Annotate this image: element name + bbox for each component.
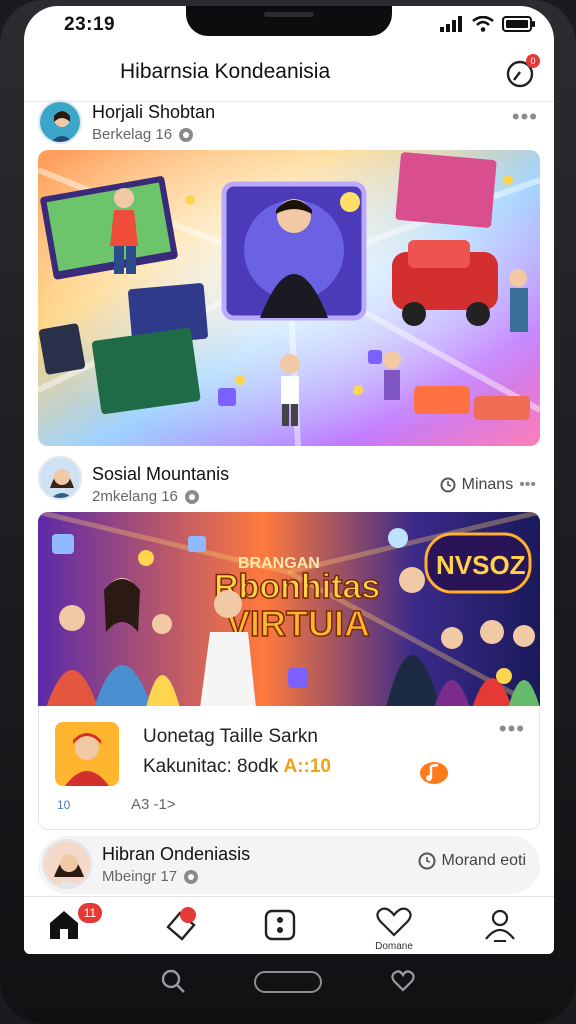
notification-badge: 0 (526, 54, 540, 68)
post-author[interactable]: Sosial Mountanis (92, 464, 229, 485)
globe-icon (179, 127, 194, 142)
post-action-label: Morand eoti (441, 852, 527, 869)
banner-neon-sign: NVSOZ (436, 550, 526, 580)
tab-tags[interactable] (160, 905, 220, 953)
heart-icon[interactable] (390, 968, 416, 994)
status-time: 23:19 (64, 14, 116, 35)
video-card[interactable]: Uonetag Taille Sarkn Kakunitac: 8odk A::… (38, 706, 540, 830)
home-badge: 11 (78, 903, 102, 923)
post-image[interactable]: Rbonhitas VIRTUIA BRANGAN NVSOZ (38, 512, 540, 708)
profile-icon (485, 909, 515, 942)
signal-icon (440, 16, 462, 32)
app-header: Hibarnsia Kondeanisia 0 (24, 46, 554, 102)
wifi-icon (472, 16, 494, 32)
video-title[interactable]: Uonetag Taille Sarkn (143, 726, 318, 748)
tag-icon (166, 907, 196, 941)
clock-icon (440, 477, 456, 493)
tab-profile[interactable] (480, 905, 540, 953)
app-title: Hibarnsia Kondeanisia (120, 60, 331, 83)
globe-icon (184, 489, 199, 504)
media-icon (264, 909, 296, 941)
avatar[interactable] (38, 456, 82, 500)
heart-icon (376, 907, 412, 937)
more-options-icon[interactable]: ••• (519, 476, 536, 494)
tab-favorites[interactable]: Domane (364, 905, 424, 953)
video-subtitle: Kakunitac: 8odk A::10 (143, 756, 331, 778)
clock-icon (418, 852, 435, 870)
post-meta: Berkelag 16 (92, 126, 194, 143)
post-image[interactable] (38, 150, 540, 446)
notch (186, 6, 392, 36)
globe-icon (184, 869, 199, 884)
post-meta-text: 2mkelang 16 (92, 488, 178, 505)
post-author[interactable]: Hibran Ondeniasis (102, 844, 250, 865)
post-meta-text: Mbeingr 17 (102, 868, 178, 885)
tab-bar: 11 Domane (24, 896, 554, 954)
post-action[interactable]: Minans ••• (440, 476, 536, 494)
post-header[interactable]: Horjali Shobtan Berkelag 16 ••• (24, 98, 554, 148)
post-meta: 2mkelang 16 (92, 488, 200, 505)
status-icons (440, 16, 536, 32)
home-button[interactable] (254, 971, 322, 993)
notifications-button[interactable]: 0 (504, 54, 540, 90)
battery-icon (502, 16, 535, 32)
banner-sign-small: BRANGAN (238, 555, 320, 572)
phone-frame: 23:19 Hibarnsia Kondeanisia 0 Horjali Sh… (0, 0, 576, 1024)
post-header[interactable]: Sosial Mountanis 2mkelang 16 Minans ••• (24, 454, 554, 505)
tab-favorites-label: Domane (375, 941, 413, 952)
post-action-label: Minans (461, 476, 514, 493)
screen: 23:19 Hibarnsia Kondeanisia 0 Horjali Sh… (24, 6, 554, 954)
system-nav-bar (0, 958, 576, 1018)
video-thumbnail[interactable] (55, 722, 119, 786)
post-author[interactable]: Horjali Shobtan (92, 102, 215, 123)
more-options-icon[interactable]: ••• (499, 716, 525, 742)
post-meta: Mbeingr 17 (102, 868, 199, 885)
search-icon[interactable] (160, 968, 186, 994)
post-action[interactable]: Morand eoti (418, 852, 527, 870)
music-note-icon (420, 762, 448, 784)
post-meta-text: Berkelag 16 (92, 126, 173, 143)
tab-media[interactable] (260, 905, 320, 953)
tab-home[interactable]: 11 (44, 903, 104, 953)
avatar[interactable] (42, 839, 92, 889)
video-small-label: 10 (57, 798, 71, 812)
video-footer: A3 -1> (131, 796, 176, 813)
video-subtitle-highlight: A::10 (283, 756, 331, 777)
more-options-icon[interactable]: ••• (512, 104, 538, 130)
video-subtitle-text: Kakunitac: 8odk (143, 756, 279, 777)
post-header-pill[interactable]: Hibran Ondeniasis Mbeingr 17 Morand eoti (38, 836, 540, 894)
avatar[interactable] (38, 100, 82, 144)
